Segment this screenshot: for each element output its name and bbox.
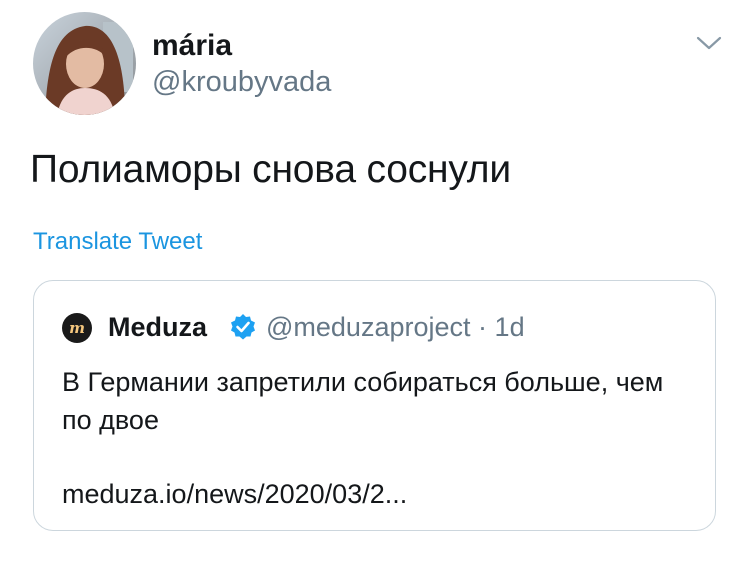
tweet: mária @kroubyvada Полиаморы снова соснул… xyxy=(0,0,750,568)
svg-text:m: m xyxy=(69,319,85,337)
author-name[interactable]: mária xyxy=(152,28,232,64)
verified-badge-icon xyxy=(229,313,257,341)
quoted-tweet-card[interactable]: m Meduza @meduzaproject · 1d В Германии … xyxy=(33,280,716,531)
meta-separator: · xyxy=(478,312,488,342)
chevron-down-icon[interactable] xyxy=(694,32,724,54)
quoted-timestamp: 1d xyxy=(494,312,525,342)
meduza-logo-icon: m xyxy=(62,313,92,343)
tweet-text: Полиаморы снова соснули xyxy=(30,148,511,191)
quoted-author-name: Meduza xyxy=(108,312,208,342)
quoted-tweet-link[interactable]: meduza.io/news/2020/03/2... xyxy=(62,476,407,512)
quoted-meta: @meduzaproject · 1d xyxy=(266,309,525,345)
avatar[interactable] xyxy=(33,12,136,115)
author-handle[interactable]: @kroubyvada xyxy=(152,64,331,100)
quoted-author-handle: @meduzaproject xyxy=(266,312,471,342)
translate-tweet-link[interactable]: Translate Tweet xyxy=(33,226,202,258)
quoted-tweet-text: В Германии запретили собираться больше, … xyxy=(62,367,664,435)
